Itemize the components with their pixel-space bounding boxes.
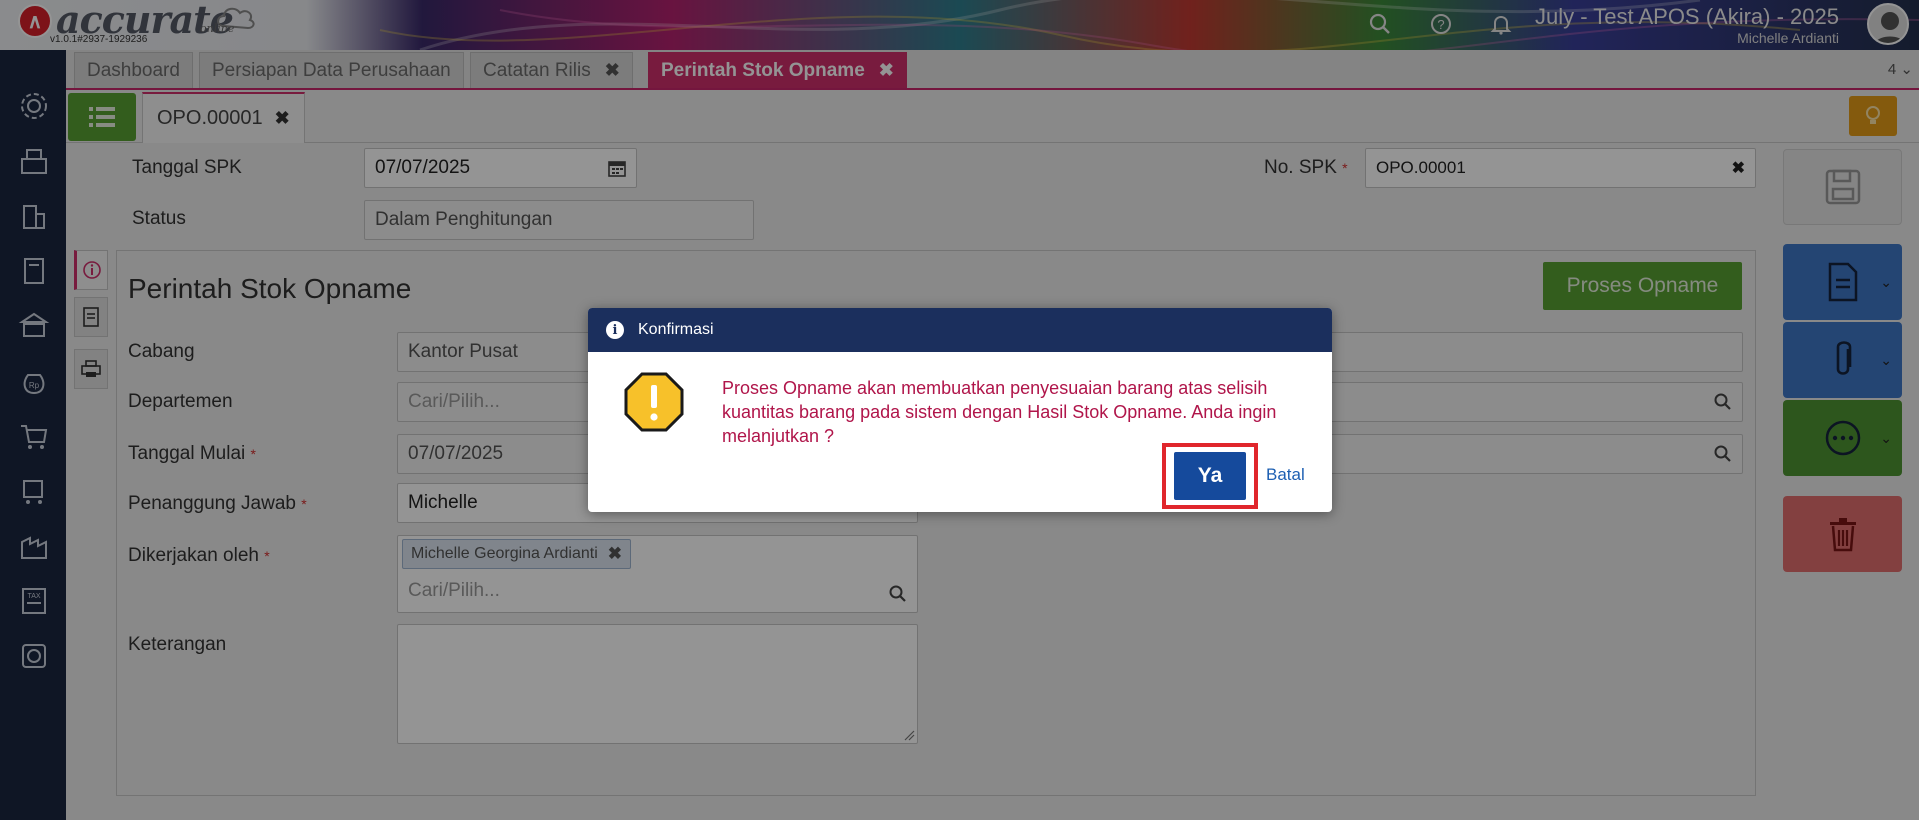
cancel-link[interactable]: Batal (1266, 465, 1305, 485)
confirmation-dialog: i Konfirmasi Proses Opname akan membuatk… (588, 308, 1332, 512)
info-icon: i (606, 321, 624, 339)
dialog-message: Proses Opname akan membuatkan penyesuaia… (722, 378, 1277, 446)
warning-icon (624, 372, 684, 432)
dialog-title: Konfirmasi (638, 321, 714, 338)
confirm-yes-button[interactable]: Ya (1174, 452, 1246, 500)
dialog-header: i Konfirmasi (588, 308, 1332, 352)
